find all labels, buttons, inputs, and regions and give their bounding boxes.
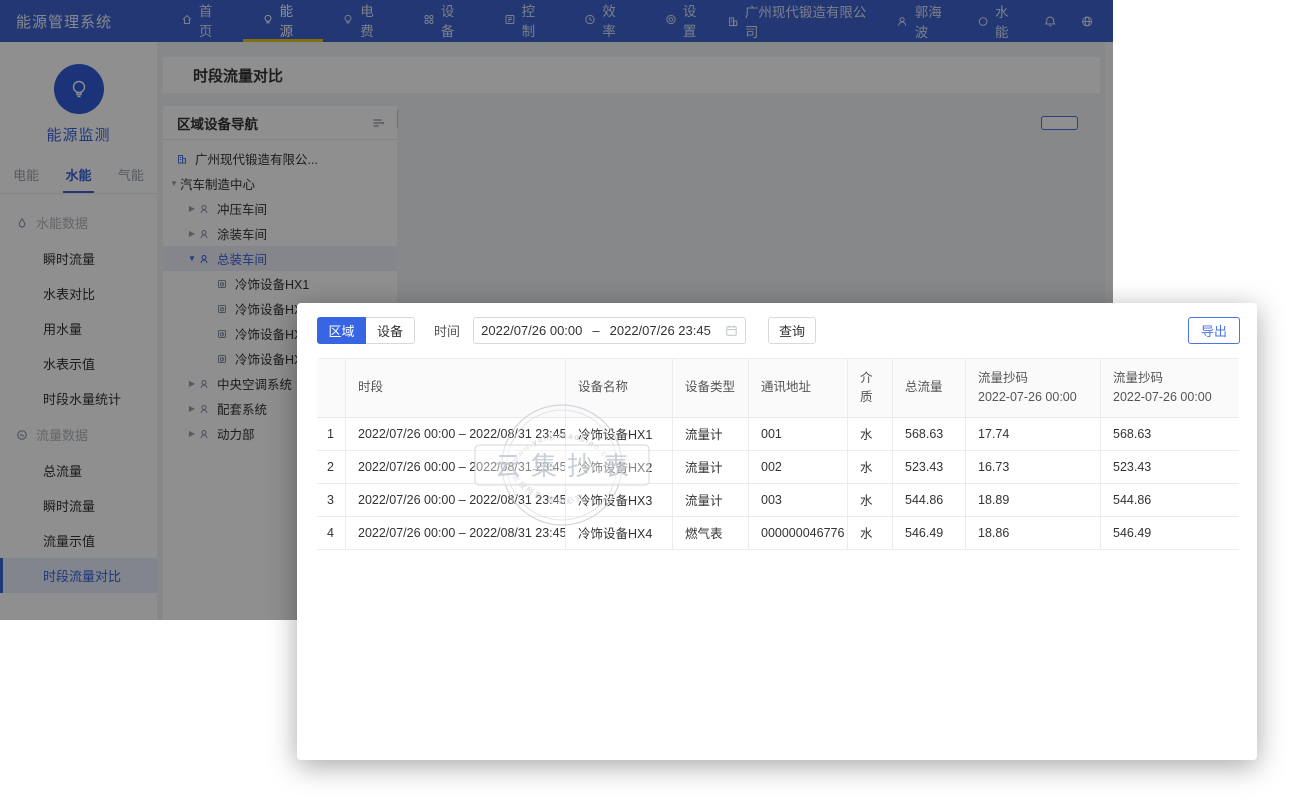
- cell-flow-code-1: 16.73: [965, 451, 1100, 484]
- calendar-icon: [725, 324, 738, 337]
- cell-period: 2022/07/26 00:00 – 2022/08/31 23:45: [345, 418, 565, 451]
- cell-total-flow: 544.86: [892, 484, 965, 517]
- col-flow-code-1: 流量抄码2022-07-26 00:00: [965, 358, 1100, 418]
- col-device-name: 设备名称: [565, 358, 672, 418]
- flow-compare-modal: 区域 设备 时间 2022/07/26 00:00 – 2022/07/26 2…: [297, 303, 1257, 760]
- col-device-type: 设备类型: [672, 358, 748, 418]
- cell-total-flow: 523.43: [892, 451, 965, 484]
- date-separator: –: [592, 323, 599, 338]
- cell-device-type: 流量计: [672, 418, 748, 451]
- cell-index: 3: [317, 484, 345, 517]
- query-button[interactable]: 查询: [768, 317, 816, 344]
- cell-index: 2: [317, 451, 345, 484]
- cell-comm-address: 003: [748, 484, 847, 517]
- cell-medium: 水: [847, 418, 892, 451]
- col-comm-address: 通讯地址: [748, 358, 847, 418]
- cell-period: 2022/07/26 00:00 – 2022/08/31 23:45: [345, 484, 565, 517]
- cell-flow-code-2: 523.43: [1100, 451, 1239, 484]
- cell-flow-code-1: 18.86: [965, 517, 1100, 550]
- cell-total-flow: 546.49: [892, 517, 965, 550]
- cell-medium: 水: [847, 484, 892, 517]
- col-period: 时段: [345, 358, 565, 418]
- cell-device-type: 流量计: [672, 451, 748, 484]
- cell-flow-code-2: 568.63: [1100, 418, 1239, 451]
- tab-region[interactable]: 区域: [317, 317, 366, 344]
- cell-medium: 水: [847, 451, 892, 484]
- col-flow-code-2: 流量抄码2022-07-26 00:00: [1100, 358, 1239, 418]
- cell-device-type: 燃气表: [672, 517, 748, 550]
- cell-period: 2022/07/26 00:00 – 2022/08/31 23:45: [345, 517, 565, 550]
- tab-device[interactable]: 设备: [366, 317, 415, 344]
- screen: 能源管理系统 首页 能源 电费 设备: [0, 0, 1300, 800]
- modal-toolbar: 区域 设备 时间 2022/07/26 00:00 – 2022/07/26 2…: [297, 303, 1257, 344]
- table-row[interactable]: 2 2022/07/26 00:00 – 2022/08/31 23:45 冷饰…: [317, 451, 1239, 484]
- time-label: 时间: [434, 321, 460, 340]
- col-medium: 介质: [847, 358, 892, 418]
- date-start: 2022/07/26 00:00: [481, 323, 582, 338]
- col-total-flow: 总流量: [892, 358, 965, 418]
- cell-device-name: 冷饰设备HX1: [565, 418, 672, 451]
- cell-index: 1: [317, 418, 345, 451]
- cell-period: 2022/07/26 00:00 – 2022/08/31 23:45: [345, 451, 565, 484]
- cell-comm-address: 000000046776: [748, 517, 847, 550]
- cell-device-name: 冷饰设备HX4: [565, 517, 672, 550]
- cell-index: 4: [317, 517, 345, 550]
- date-range-picker[interactable]: 2022/07/26 00:00 – 2022/07/26 23:45: [473, 317, 746, 344]
- cell-total-flow: 568.63: [892, 418, 965, 451]
- date-end: 2022/07/26 23:45: [610, 323, 711, 338]
- cell-device-name: 冷饰设备HX2: [565, 451, 672, 484]
- col-index: [317, 358, 345, 418]
- cell-comm-address: 002: [748, 451, 847, 484]
- table-row[interactable]: 3 2022/07/26 00:00 – 2022/08/31 23:45 冷饰…: [317, 484, 1239, 517]
- table-header-row: 时段 设备名称 设备类型 通讯地址 介质 总流量 流量抄码2022-07-26 …: [317, 358, 1239, 418]
- mode-tabs: 区域 设备: [317, 317, 415, 344]
- cell-medium: 水: [847, 517, 892, 550]
- cell-device-name: 冷饰设备HX3: [565, 484, 672, 517]
- flow-compare-table: 时段 设备名称 设备类型 通讯地址 介质 总流量 流量抄码2022-07-26 …: [317, 358, 1239, 550]
- cell-flow-code-1: 17.74: [965, 418, 1100, 451]
- cell-device-type: 流量计: [672, 484, 748, 517]
- cell-flow-code-1: 18.89: [965, 484, 1100, 517]
- cell-flow-code-2: 544.86: [1100, 484, 1239, 517]
- table-row[interactable]: 4 2022/07/26 00:00 – 2022/08/31 23:45 冷饰…: [317, 517, 1239, 550]
- cell-comm-address: 001: [748, 418, 847, 451]
- table-row[interactable]: 1 2022/07/26 00:00 – 2022/08/31 23:45 冷饰…: [317, 418, 1239, 451]
- cell-flow-code-2: 546.49: [1100, 517, 1239, 550]
- export-button[interactable]: 导出: [1188, 317, 1240, 344]
